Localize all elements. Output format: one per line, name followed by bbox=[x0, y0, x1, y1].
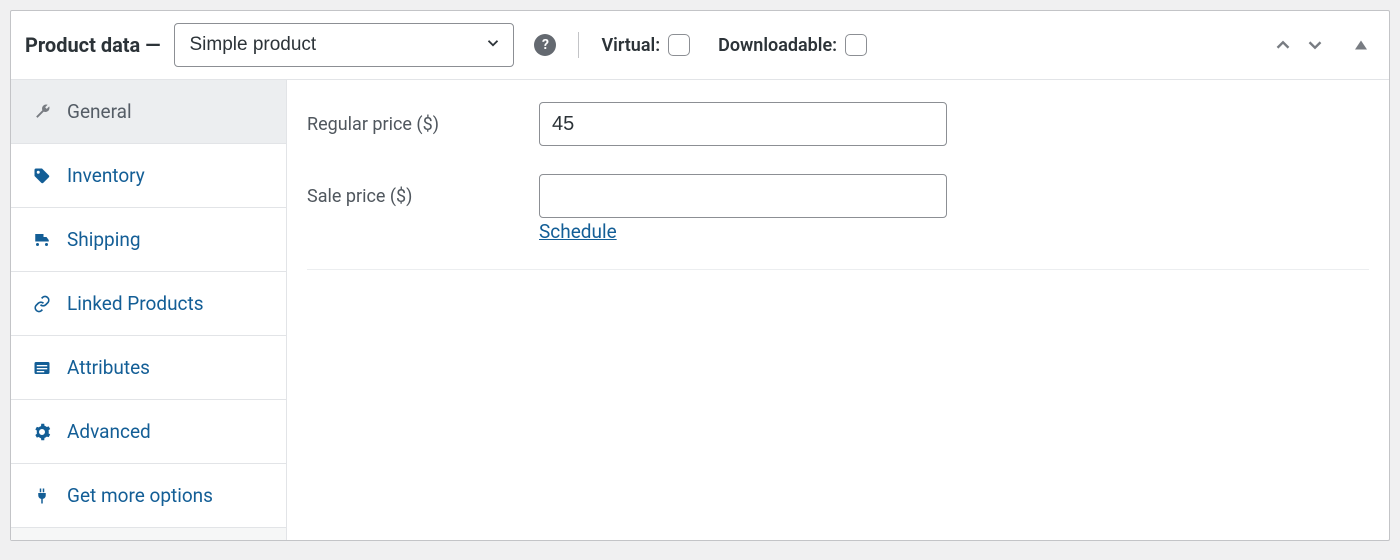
product-type-value[interactable] bbox=[174, 23, 514, 67]
move-down-button[interactable] bbox=[1301, 31, 1329, 59]
sale-price-row: Sale price ($) bbox=[307, 174, 1369, 218]
tab-attributes[interactable]: Attributes bbox=[11, 336, 286, 400]
tab-label: General bbox=[67, 100, 132, 123]
virtual-label: Virtual: bbox=[601, 35, 660, 56]
tab-linked-products[interactable]: Linked Products bbox=[11, 272, 286, 336]
general-tab-content: Regular price ($) Sale price ($) Schedul… bbox=[287, 80, 1389, 540]
tab-label: Shipping bbox=[67, 228, 141, 251]
downloadable-toggle[interactable]: Downloadable: bbox=[718, 34, 867, 56]
tab-inventory[interactable]: Inventory bbox=[11, 144, 286, 208]
panel-header: Product data — ? Virtual: Downloadable: bbox=[11, 11, 1389, 80]
wrench-icon bbox=[31, 103, 53, 121]
link-icon bbox=[31, 295, 53, 313]
virtual-checkbox[interactable] bbox=[668, 34, 690, 56]
product-data-panel: Product data — ? Virtual: Downloadable: bbox=[10, 10, 1390, 541]
tab-general[interactable]: General bbox=[11, 80, 286, 144]
tab-label: Linked Products bbox=[67, 292, 204, 315]
sale-price-input[interactable] bbox=[539, 174, 947, 218]
panel-title: Product data — bbox=[25, 33, 160, 57]
virtual-toggle[interactable]: Virtual: bbox=[601, 34, 690, 56]
gear-icon bbox=[31, 423, 53, 441]
downloadable-label: Downloadable: bbox=[718, 35, 837, 56]
help-icon[interactable]: ? bbox=[534, 34, 556, 56]
list-icon bbox=[31, 359, 53, 377]
regular-price-row: Regular price ($) bbox=[307, 102, 1369, 146]
collapse-button[interactable] bbox=[1347, 31, 1375, 59]
move-up-button[interactable] bbox=[1269, 31, 1297, 59]
tab-get-more-options[interactable]: Get more options bbox=[11, 464, 286, 528]
plug-icon bbox=[31, 487, 53, 505]
panel-body: General Inventory Shipping Linked Produc… bbox=[11, 80, 1389, 540]
tab-shipping[interactable]: Shipping bbox=[11, 208, 286, 272]
tab-label: Inventory bbox=[67, 164, 145, 187]
downloadable-checkbox[interactable] bbox=[845, 34, 867, 56]
regular-price-label: Regular price ($) bbox=[307, 114, 539, 135]
tab-label: Attributes bbox=[67, 356, 150, 379]
tab-label: Get more options bbox=[67, 484, 213, 507]
tag-icon bbox=[31, 167, 53, 185]
schedule-link[interactable]: Schedule bbox=[539, 220, 617, 243]
tab-advanced[interactable]: Advanced bbox=[11, 400, 286, 464]
product-type-select[interactable] bbox=[174, 23, 514, 67]
tabs-sidebar: General Inventory Shipping Linked Produc… bbox=[11, 80, 287, 540]
truck-icon bbox=[31, 231, 53, 249]
divider bbox=[307, 269, 1369, 270]
separator bbox=[578, 32, 579, 58]
sale-price-label: Sale price ($) bbox=[307, 186, 539, 207]
regular-price-input[interactable] bbox=[539, 102, 947, 146]
tab-label: Advanced bbox=[67, 420, 151, 443]
